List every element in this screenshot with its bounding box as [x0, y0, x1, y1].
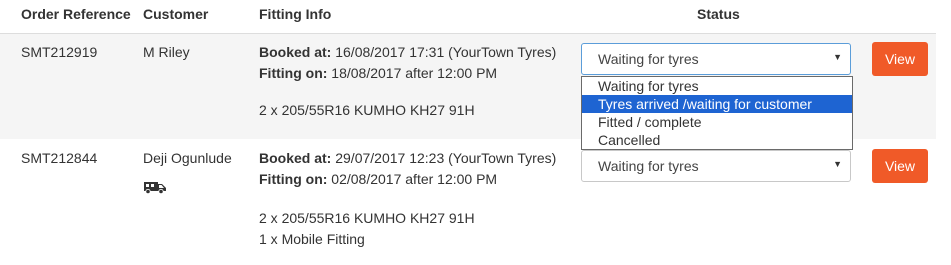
fitting-on-label: Fitting on:: [259, 65, 328, 81]
order-item: 2 x 205/55R16 KUMHO KH27 91H: [259, 102, 475, 118]
column-header-status: Status: [697, 6, 740, 22]
booked-at-value: 16/08/2017 17:31 (YourTown Tyres): [331, 44, 557, 60]
order-item: 1 x Mobile Fitting: [259, 231, 365, 247]
column-header-customer: Customer: [143, 6, 209, 22]
status-select-value: Waiting for tyres: [598, 51, 699, 67]
dropdown-arrow-icon: ▼: [833, 159, 842, 169]
view-button[interactable]: View: [872, 42, 928, 76]
order-item: 2 x 205/55R16 KUMHO KH27 91H: [259, 210, 475, 226]
customer-name: M Riley: [143, 44, 190, 60]
booked-at-label: Booked at:: [259, 150, 332, 166]
status-select-value: Waiting for tyres: [598, 158, 699, 174]
booked-at: Booked at: 29/07/2017 12:23 (YourTown Ty…: [259, 150, 556, 166]
fitting-on: Fitting on: 18/08/2017 after 12:00 PM: [259, 65, 497, 81]
status-select[interactable]: Waiting for tyres ▼: [581, 150, 851, 182]
booked-at: Booked at: 16/08/2017 17:31 (YourTown Ty…: [259, 44, 556, 60]
status-select[interactable]: Waiting for tyres ▼: [581, 43, 851, 75]
status-option-waiting[interactable]: Waiting for tyres: [582, 77, 852, 95]
fitting-on-label: Fitting on:: [259, 171, 328, 187]
column-header-order-reference: Order Reference: [21, 6, 131, 22]
booked-at-value: 29/07/2017 12:23 (YourTown Tyres): [331, 150, 557, 166]
fitting-on: Fitting on: 02/08/2017 after 12:00 PM: [259, 171, 497, 187]
booked-at-label: Booked at:: [259, 44, 332, 60]
order-reference: SMT212919: [21, 44, 98, 60]
view-button[interactable]: View: [872, 149, 928, 183]
fitting-on-value: 18/08/2017 after 12:00 PM: [327, 65, 498, 81]
dropdown-arrow-icon: ▼: [833, 52, 842, 62]
customer-name: Deji Ogunlude: [143, 150, 232, 166]
fitting-on-value: 02/08/2017 after 12:00 PM: [327, 171, 498, 187]
status-option-cancelled[interactable]: Cancelled: [582, 131, 852, 149]
table-row: SMT212844 Deji Ogunlude Booked at: 29/07…: [0, 139, 936, 265]
status-dropdown-list: Waiting for tyres Tyres arrived /waiting…: [581, 76, 853, 150]
order-reference: SMT212844: [21, 150, 98, 166]
mobile-fitting-van-icon: [144, 182, 166, 194]
status-option-arrived[interactable]: Tyres arrived /waiting for customer: [582, 95, 852, 113]
column-header-fitting-info: Fitting Info: [259, 6, 332, 22]
status-option-fitted[interactable]: Fitted / complete: [582, 113, 852, 131]
